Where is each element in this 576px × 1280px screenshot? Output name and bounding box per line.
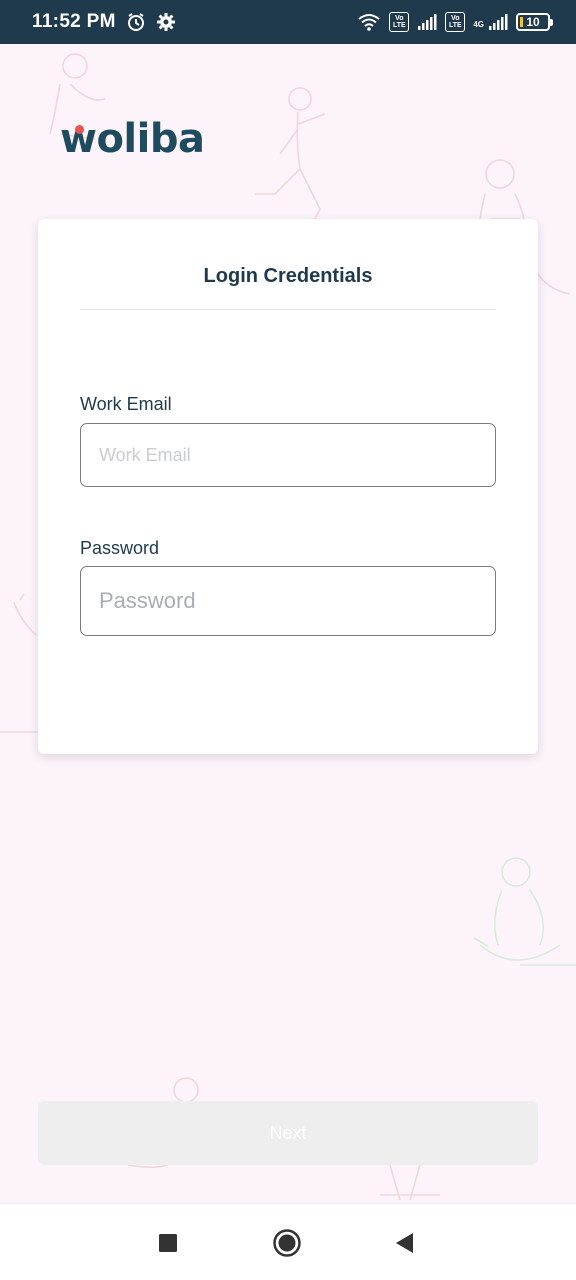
signal-icon [417,13,437,31]
signal-icon-2 [488,13,508,31]
wifi-icon [357,12,381,32]
settings-icon [156,12,176,32]
alarm-icon [126,12,146,32]
volte-icon-2: Vo LTE [445,12,466,32]
card-title: Login Credentials [203,265,373,287]
battery-fill [520,17,523,27]
volte-text-top-2: Vo [451,15,460,22]
next-button[interactable]: Next [38,1101,538,1165]
home-circle-icon[interactable] [272,1228,302,1258]
password-input[interactable] [80,566,496,636]
recents-square-icon[interactable] [153,1228,183,1258]
volte-icon: Vo LTE [389,12,410,32]
work-email-label: Work Email [80,394,172,414]
navigation-bar [0,1203,576,1280]
background-illustration-right [473,857,576,966]
back-triangle-icon[interactable] [389,1228,419,1258]
status-bar: 11:52 PM Vo LTE Vo LTE 4G 10 [0,0,576,44]
battery-level: 10 [526,15,540,29]
logo-text: oliba [96,116,205,162]
work-email-input[interactable] [80,423,496,487]
card-divider [80,309,496,310]
logo-first-letter: w [60,116,97,162]
logo-letter-w: w [60,116,97,162]
volte-text-bottom: LTE [392,22,406,29]
status-right: Vo LTE Vo LTE 4G 10 [357,12,553,32]
status-time: 11:52 PM [32,11,116,32]
status-left: 11:52 PM [32,11,176,33]
woliba-logo: w oliba [60,112,205,162]
battery-icon: 10 [516,13,553,31]
volte-text-bottom-2: LTE [448,22,462,29]
network-type: 4G [473,20,484,29]
volte-text-top: Vo [395,15,404,22]
password-label: Password [80,538,160,558]
logo-accent-dot [75,125,84,134]
